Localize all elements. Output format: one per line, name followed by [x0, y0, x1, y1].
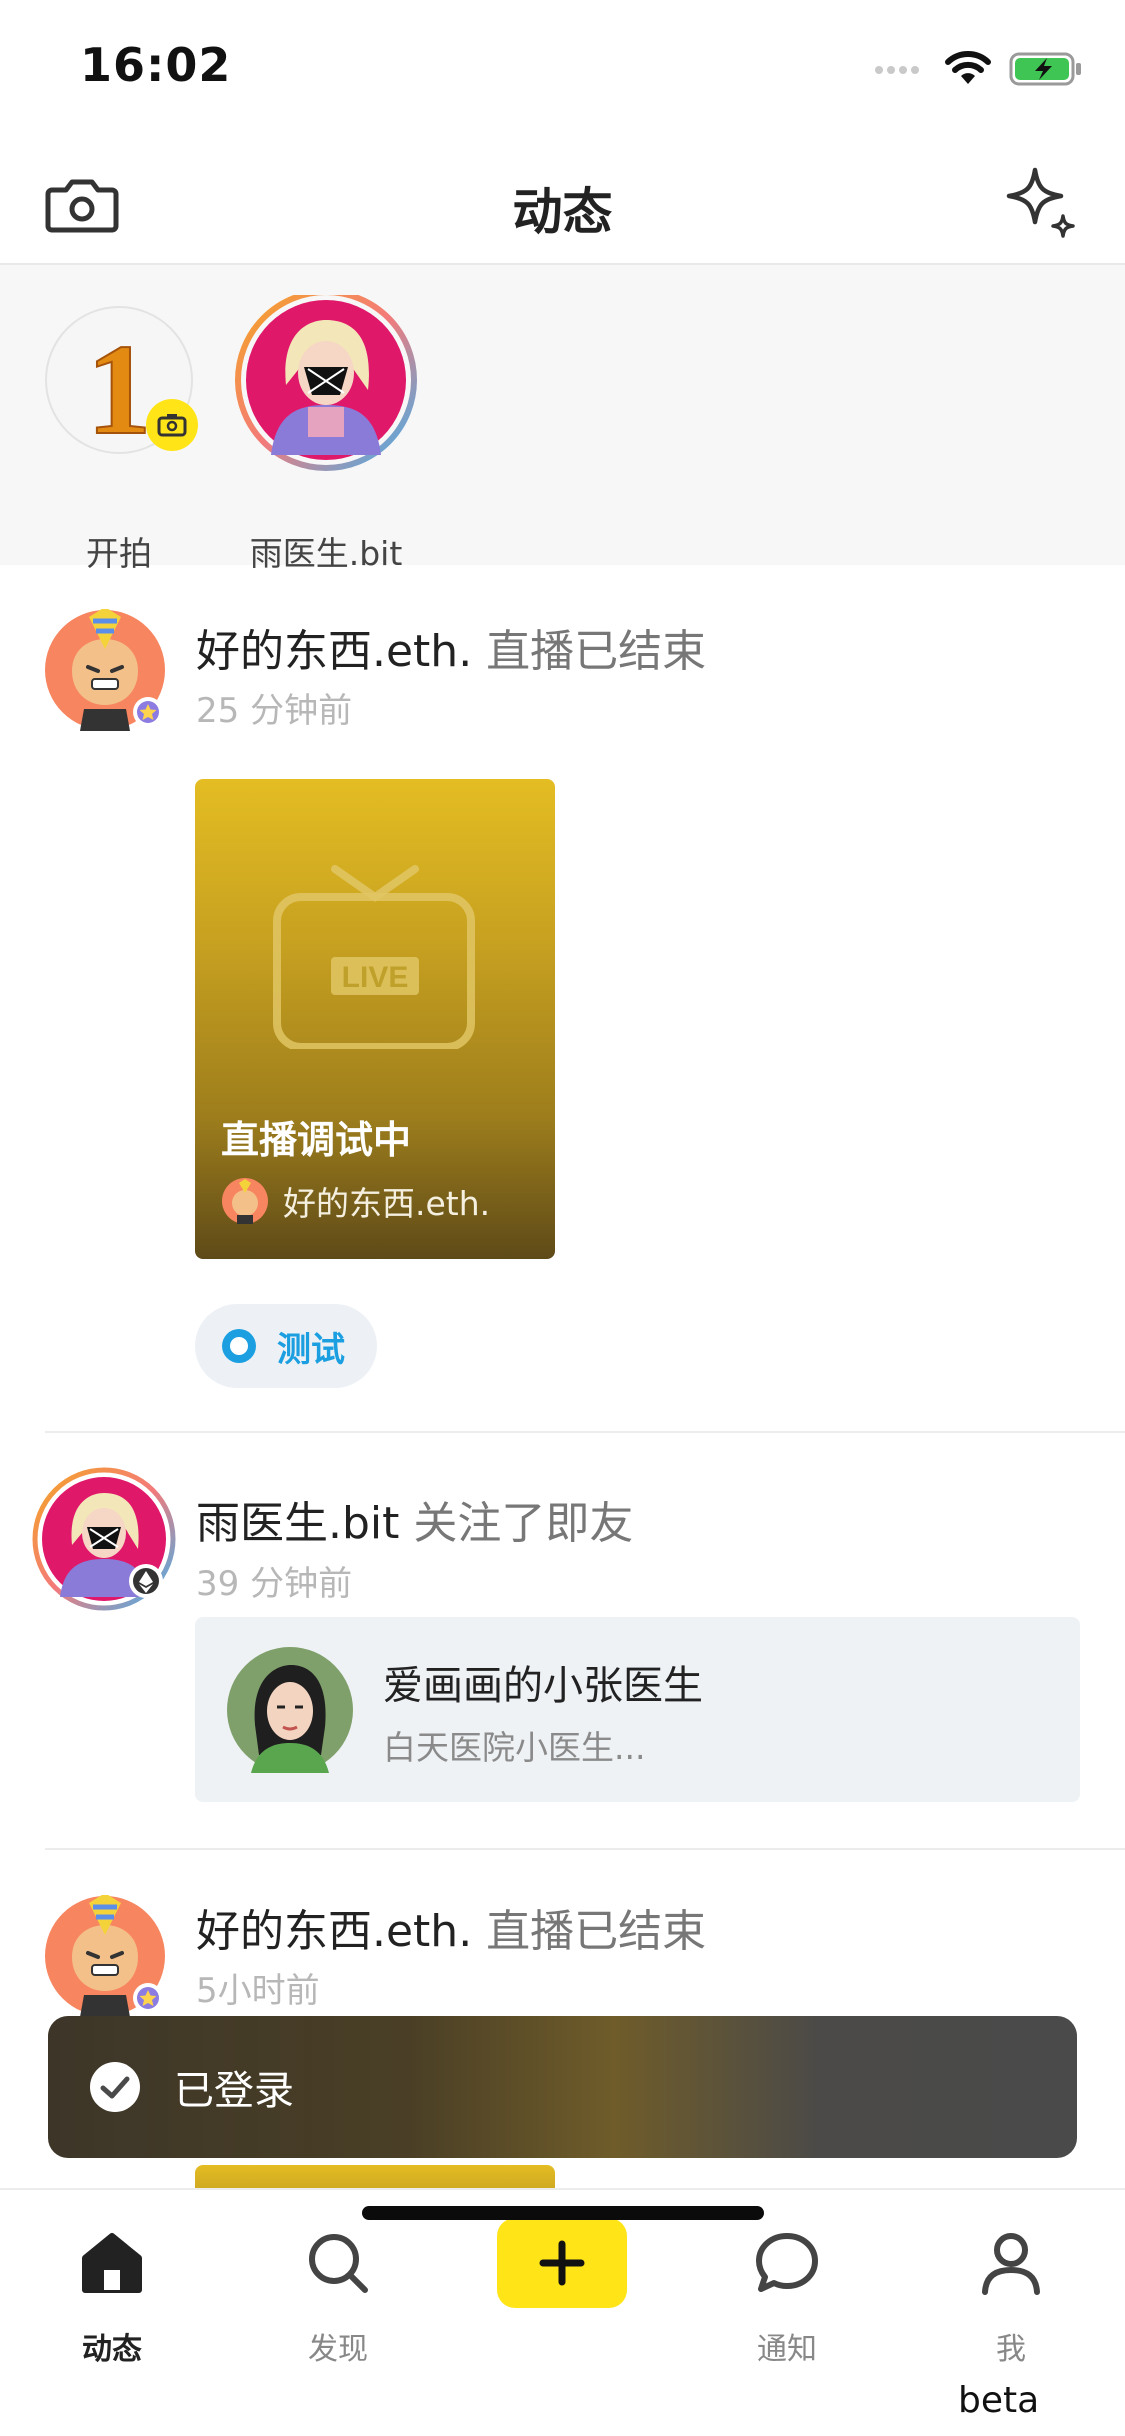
check-circle-icon [90, 2062, 140, 2112]
post-timestamp: 25 分钟前 [196, 691, 353, 731]
page-title: 动态 [512, 183, 613, 241]
search-icon [309, 2234, 368, 2293]
topic-dot-icon [222, 1329, 256, 1363]
stories-strip: 1 开拍 雨医生.bit [0, 265, 1125, 573]
live-stream-card[interactable]: LIVE 直播调试中 好的东西.eth. [195, 779, 555, 1259]
live-card-host: 好的东西.eth. [221, 1177, 490, 1225]
followed-user-name: 爱画画的小张医生 [383, 1663, 703, 1709]
tab-notifications[interactable]: 通知 [712, 2214, 862, 2367]
user-avatar-image [45, 607, 165, 731]
avatar[interactable] [32, 1467, 178, 1613]
avatar[interactable] [44, 607, 166, 731]
status-bar: 16:02 [0, 0, 1125, 140]
post-timestamp: 5小时前 [196, 1971, 320, 2011]
live-card-title: 直播调试中 [221, 1118, 412, 1162]
battery-charging-icon [1009, 52, 1081, 86]
person-icon [982, 2233, 1040, 2295]
followed-user-card[interactable]: 爱画画的小张医生 白天医院小医生... [195, 1617, 1080, 1802]
host-avatar [222, 1178, 268, 1224]
sparkle-button[interactable] [1001, 162, 1081, 242]
feed-divider [45, 1431, 1125, 1433]
user-avatar-image [32, 1467, 176, 1611]
post-action: 关注了即友 [399, 1498, 634, 1549]
tab-label: 发现 [308, 2332, 368, 2367]
avatar[interactable] [44, 1893, 166, 2017]
post-title: 好的东西.eth. 直播已结束 [196, 1895, 706, 1959]
tab-discover[interactable]: 发现 [263, 2214, 413, 2367]
story-label: 雨医生.bit [249, 534, 403, 573]
toast-notification: 已登录 [48, 2016, 1077, 2158]
post-username[interactable]: 好的东西.eth. [196, 1906, 472, 1957]
post-username[interactable]: 雨医生.bit [196, 1498, 399, 1549]
status-time: 16:02 [80, 38, 232, 92]
create-story-avatar: 1 [45, 306, 198, 463]
post-username[interactable]: 好的东西.eth. [196, 626, 472, 677]
user-avatar-image [45, 1893, 165, 2017]
feed-divider [45, 1848, 1125, 1850]
live-card-host-name: 好的东西.eth. [283, 1184, 491, 1223]
tab-label: 我 [996, 2332, 1026, 2367]
followed-user-bio: 白天医院小医生... [383, 1728, 646, 1767]
story-create[interactable]: 1 开拍 [19, 295, 219, 573]
home-icon [82, 2233, 142, 2293]
post-timestamp: 39 分钟前 [196, 1564, 353, 1604]
story-user[interactable]: 雨医生.bit [226, 289, 426, 573]
post-action: 直播已结束 [472, 626, 707, 677]
topic-tag[interactable]: 测试 [195, 1304, 377, 1388]
plus-icon [539, 2240, 585, 2286]
story-label: 开拍 [86, 534, 152, 573]
post-action: 直播已结束 [472, 1906, 707, 1957]
bottom-tab-bar: 动态 发现 通知 我 [0, 2188, 1125, 2436]
sparkle-icon [1006, 167, 1075, 238]
tab-profile[interactable]: 我 [936, 2214, 1086, 2367]
wifi-icon [945, 51, 991, 84]
top-navigation-bar: 动态 [0, 140, 1125, 265]
beta-label: beta [958, 2380, 1040, 2421]
tab-home[interactable]: 动态 [37, 2214, 187, 2367]
post-title: 好的东西.eth. 直播已结束 [196, 615, 706, 679]
story-avatar-ring [235, 289, 417, 471]
home-indicator [362, 2206, 764, 2220]
tab-label: 动态 [82, 2332, 142, 2367]
post-title: 雨医生.bit 关注了即友 [196, 1487, 633, 1551]
cellular-signal-icon [875, 66, 919, 74]
status-indicators [873, 48, 1083, 90]
tab-label: 通知 [757, 2332, 817, 2367]
live-badge-text: LIVE [342, 961, 409, 994]
chat-bubble-icon [756, 2233, 818, 2292]
create-post-button[interactable] [497, 2218, 627, 2308]
toast-message: 已登录 [174, 2068, 294, 2114]
topic-tag-label: 测试 [277, 1329, 345, 1370]
story-badge-digit: 1 [87, 318, 152, 462]
live-tv-icon: LIVE [273, 865, 475, 1049]
followed-user-avatar [227, 1647, 353, 1773]
